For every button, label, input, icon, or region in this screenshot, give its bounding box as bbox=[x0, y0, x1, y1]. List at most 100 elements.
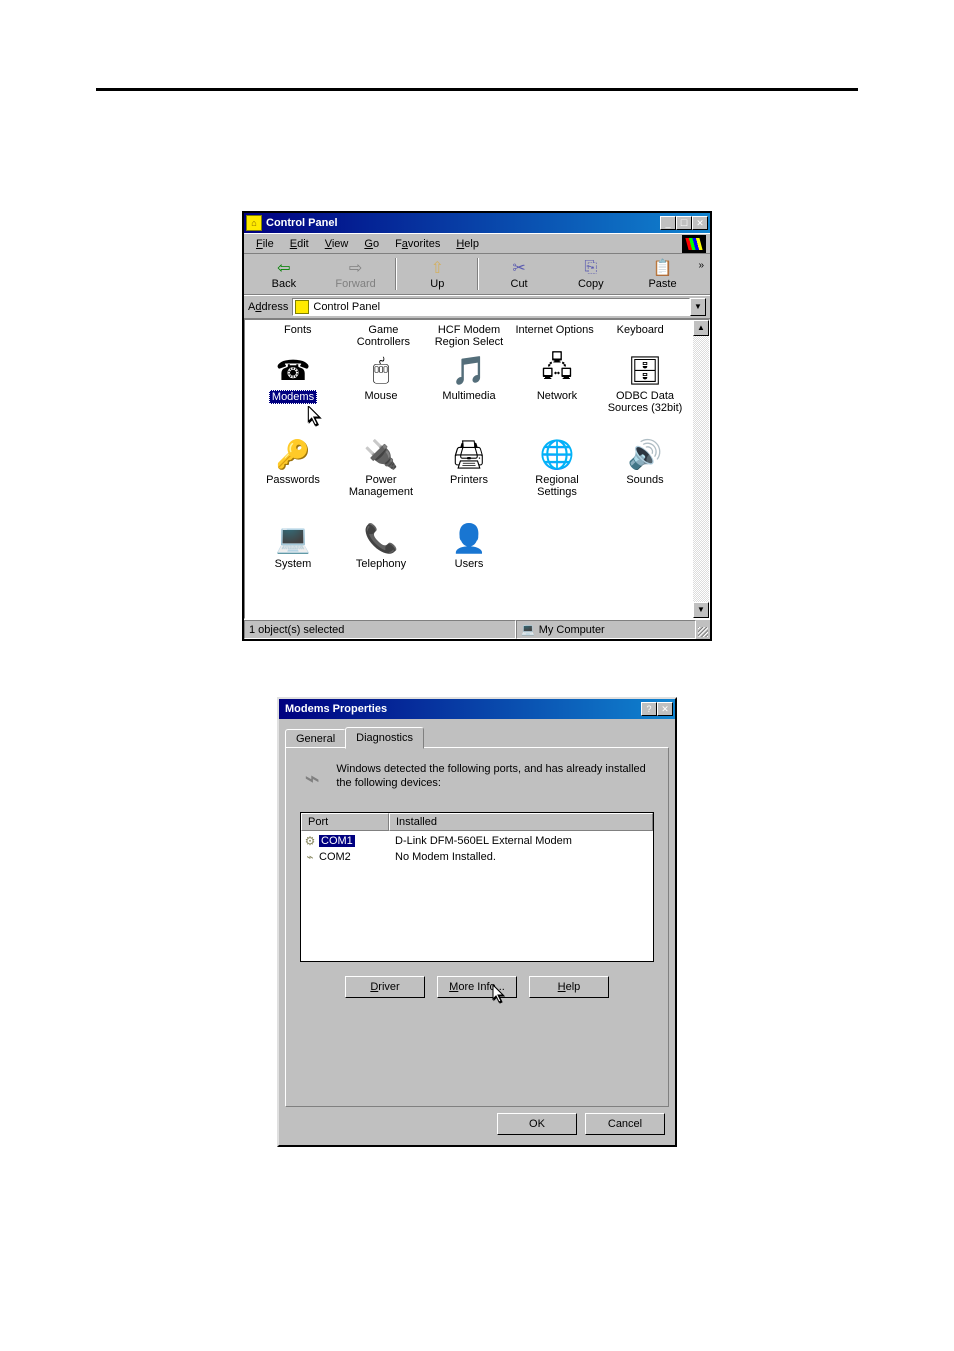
cp-item-label: Printers bbox=[450, 474, 488, 486]
cp-item-network[interactable]: 🖧Network bbox=[513, 352, 601, 436]
ok-button[interactable]: OK bbox=[497, 1113, 577, 1135]
cp-item-power-management[interactable]: 🔌Power Management bbox=[337, 436, 425, 520]
col-port[interactable]: Port bbox=[301, 813, 389, 831]
more-info-button[interactable]: More Info... bbox=[437, 976, 517, 998]
cp-item-icon: 🖨 bbox=[453, 438, 485, 470]
menu-file[interactable]: File bbox=[248, 236, 282, 252]
cp-item-icon: 🔑 bbox=[277, 438, 309, 470]
system-icon[interactable]: ⌂ bbox=[246, 215, 262, 231]
port-row[interactable]: ⌁COM2No Modem Installed. bbox=[301, 849, 653, 865]
cp-item-icon: 👤 bbox=[453, 522, 485, 554]
cp-item-label: Mouse bbox=[364, 390, 397, 402]
cp-item-icon: 🔊 bbox=[629, 438, 661, 470]
cp-item-icon: ☎ bbox=[277, 354, 309, 386]
cp-item-sounds[interactable]: 🔊 Sounds bbox=[601, 436, 689, 520]
col-installed[interactable]: Installed bbox=[389, 813, 653, 831]
menu-edit[interactable]: Edit bbox=[282, 236, 317, 252]
tab-row: General Diagnostics bbox=[285, 725, 669, 747]
forward-label: Forward bbox=[335, 278, 375, 290]
cp-item-label: Regional Settings bbox=[517, 474, 597, 498]
cp-item-icon: 🖧 bbox=[541, 354, 573, 386]
address-bar: Address Control Panel ▼ bbox=[244, 295, 710, 319]
minimize-button[interactable]: _ bbox=[660, 216, 676, 230]
scroll-up-button[interactable]: ▲ bbox=[693, 320, 709, 336]
port-row[interactable]: ⚙COM1D-Link DFM-560EL External Modem bbox=[301, 833, 653, 849]
cp-item-icon: 🖱 bbox=[365, 354, 397, 386]
menu-bar: File Edit View Go Favorites Help bbox=[244, 233, 710, 253]
folder-view[interactable]: Fonts Game Controllers HCF Modem Region … bbox=[244, 319, 710, 619]
cut-label: Cut bbox=[511, 278, 528, 290]
cp-item-users[interactable]: 👤 Users bbox=[425, 520, 513, 604]
cancel-button[interactable]: Cancel bbox=[585, 1113, 665, 1135]
copy-label: Copy bbox=[578, 278, 604, 290]
item-internet-options[interactable]: Internet Options bbox=[512, 324, 598, 348]
status-left: 1 object(s) selected bbox=[244, 620, 516, 639]
help-button[interactable]: Help bbox=[529, 976, 609, 998]
item-keyboard[interactable]: Keyboard bbox=[597, 324, 683, 348]
cp-item-regional-settings[interactable]: 🌐 Regional Settings bbox=[513, 436, 601, 520]
toolbar-overflow-icon[interactable]: » bbox=[698, 256, 706, 292]
cp-item-system[interactable]: 💻 System bbox=[249, 520, 337, 604]
menu-view[interactable]: View bbox=[317, 236, 357, 252]
cp-item-multimedia[interactable]: 🎵Multimedia bbox=[425, 352, 513, 436]
cp-item-modems[interactable]: ☎ Modems bbox=[249, 352, 337, 436]
toolbar-separator bbox=[395, 258, 397, 290]
dialog-titlebar[interactable]: Modems Properties ? ✕ bbox=[279, 699, 675, 719]
scroll-track[interactable] bbox=[693, 336, 709, 602]
cp-item-label: Modems bbox=[269, 390, 317, 404]
cp-item-label: Passwords bbox=[266, 474, 320, 486]
scroll-down-button[interactable]: ▼ bbox=[693, 602, 709, 618]
item-fonts[interactable]: Fonts bbox=[255, 324, 341, 348]
address-icon bbox=[295, 300, 309, 314]
cp-item-printers[interactable]: 🖨 Printers bbox=[425, 436, 513, 520]
cp-item-icon: 🌐 bbox=[541, 438, 573, 470]
toolbar-separator bbox=[477, 258, 479, 290]
help-button[interactable]: ? bbox=[641, 702, 657, 716]
top-row-labels: Fonts Game Controllers HCF Modem Region … bbox=[249, 324, 689, 352]
cp-item-mouse[interactable]: 🖱 Mouse bbox=[337, 352, 425, 436]
up-button[interactable]: ⇧ Up bbox=[401, 256, 473, 292]
maximize-button[interactable]: ☐ bbox=[676, 216, 692, 230]
menu-go[interactable]: Go bbox=[356, 236, 387, 252]
cp-item-odbc-data-sources-32bit-[interactable]: 🗄ODBC Data Sources (32bit) bbox=[601, 352, 689, 436]
cp-item-icon: 🎵 bbox=[453, 354, 485, 386]
status-right: 💻 My Computer bbox=[516, 620, 696, 639]
menu-favorites[interactable]: Favorites bbox=[387, 236, 448, 252]
page-divider bbox=[96, 88, 858, 91]
cp-item-telephony[interactable]: 📞Telephony bbox=[337, 520, 425, 604]
cp-item-label: Users bbox=[455, 558, 484, 570]
diagnostics-message: Windows detected the following ports, an… bbox=[336, 762, 654, 794]
driver-button[interactable]: Driver bbox=[345, 976, 425, 998]
cut-button[interactable]: ✂ Cut bbox=[483, 256, 555, 292]
menu-help[interactable]: Help bbox=[448, 236, 487, 252]
paste-label: Paste bbox=[648, 278, 676, 290]
up-label: Up bbox=[430, 278, 444, 290]
copy-button[interactable]: ⎘ Copy bbox=[555, 256, 627, 292]
titlebar[interactable]: ⌂ Control Panel _ ☐ ✕ bbox=[244, 213, 710, 233]
back-button[interactable]: ⇦ Back bbox=[248, 256, 320, 292]
address-dropdown-button[interactable]: ▼ bbox=[690, 298, 706, 316]
item-game-controllers[interactable]: Game Controllers bbox=[341, 324, 427, 348]
item-hcf-modem[interactable]: HCF Modem Region Select bbox=[426, 324, 512, 348]
close-button[interactable]: ✕ bbox=[657, 702, 673, 716]
status-bar: 1 object(s) selected 💻 My Computer bbox=[244, 619, 710, 639]
paste-icon: 📋 bbox=[653, 258, 673, 278]
paste-button[interactable]: 📋 Paste bbox=[627, 256, 699, 292]
close-button[interactable]: ✕ bbox=[692, 216, 708, 230]
cp-item-icon: 🔌 bbox=[365, 438, 397, 470]
copy-icon: ⎘ bbox=[584, 258, 597, 278]
cp-item-label: System bbox=[275, 558, 312, 570]
ports-listbox[interactable]: Port Installed ⚙COM1D-Link DFM-560EL Ext… bbox=[300, 812, 654, 962]
tab-diagnostics[interactable]: Diagnostics bbox=[345, 727, 424, 749]
address-field[interactable]: Control Panel bbox=[292, 298, 690, 316]
cp-item-icon: 💻 bbox=[277, 522, 309, 554]
port-name: COM2 bbox=[319, 851, 351, 863]
tab-general[interactable]: General bbox=[285, 729, 346, 748]
cp-item-passwords[interactable]: 🔑 Passwords bbox=[249, 436, 337, 520]
forward-icon: ⇨ bbox=[349, 258, 362, 278]
forward-button[interactable]: ⇨ Forward bbox=[320, 256, 392, 292]
cp-item-label: Sounds bbox=[626, 474, 663, 486]
resize-grip[interactable] bbox=[696, 620, 710, 639]
port-name: COM1 bbox=[319, 835, 355, 847]
scrollbar[interactable]: ▲ ▼ bbox=[693, 320, 709, 618]
